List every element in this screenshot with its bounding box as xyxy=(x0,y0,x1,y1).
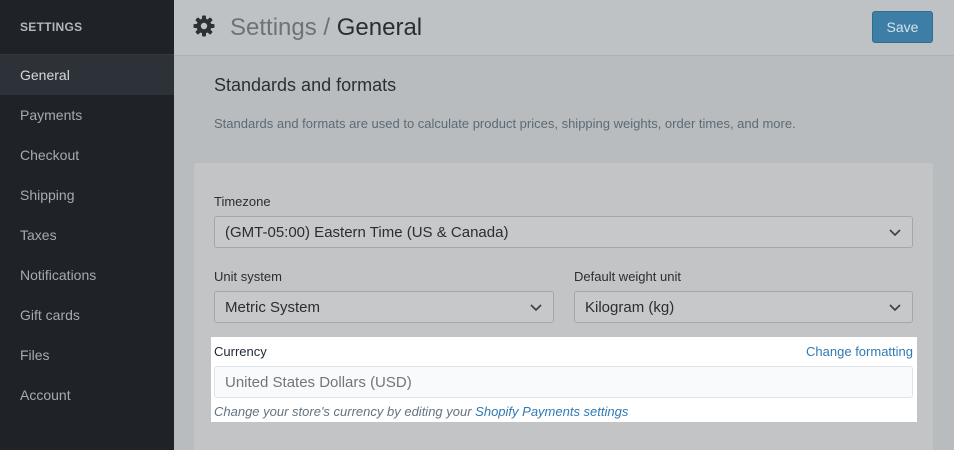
breadcrumb-parent[interactable]: Settings xyxy=(230,14,317,41)
unit-system-label: Unit system xyxy=(214,269,282,284)
sidebar-heading: SETTINGS xyxy=(0,0,174,55)
top-bar: Settings / General Save xyxy=(174,0,954,56)
timezone-value: (GMT-05:00) Eastern Time (US & Canada) xyxy=(225,224,509,241)
currency-help-prefix: Change your store's currency by editing … xyxy=(214,404,476,419)
sidebar: SETTINGS General Payments Checkout Shipp… xyxy=(0,0,174,450)
shopify-payments-settings-link[interactable]: Shopify Payments settings xyxy=(475,404,628,419)
sidebar-item-payments[interactable]: Payments xyxy=(0,95,174,135)
chevron-down-icon xyxy=(889,304,901,312)
weight-unit-label: Default weight unit xyxy=(574,269,681,284)
page-title: General xyxy=(336,14,423,41)
sidebar-item-general[interactable]: General xyxy=(0,55,174,95)
sidebar-item-checkout[interactable]: Checkout xyxy=(0,135,174,175)
weight-unit-select[interactable]: Kilogram (kg) xyxy=(574,291,913,323)
sidebar-item-files[interactable]: Files xyxy=(0,335,174,375)
currency-help-text: Change your store's currency by editing … xyxy=(214,404,628,419)
currency-field[interactable] xyxy=(214,366,913,398)
change-formatting-link[interactable]: Change formatting xyxy=(806,344,913,359)
unit-system-select[interactable]: Metric System xyxy=(214,291,554,323)
chevron-down-icon xyxy=(889,229,901,237)
timezone-label: Timezone xyxy=(214,194,271,209)
unit-system-value: Metric System xyxy=(225,299,321,316)
currency-label: Currency xyxy=(214,344,267,359)
sidebar-item-notifications[interactable]: Notifications xyxy=(0,255,174,295)
section-description: Standards and formats are used to calcul… xyxy=(214,116,796,131)
sidebar-item-taxes[interactable]: Taxes xyxy=(0,215,174,255)
chevron-down-icon xyxy=(530,304,542,312)
sidebar-item-gift-cards[interactable]: Gift cards xyxy=(0,295,174,335)
sidebar-item-shipping[interactable]: Shipping xyxy=(0,175,174,215)
section-title: Standards and formats xyxy=(214,75,397,95)
breadcrumb-separator: / xyxy=(316,14,337,41)
weight-unit-value: Kilogram (kg) xyxy=(585,299,675,316)
gear-icon xyxy=(193,15,215,37)
save-button[interactable]: Save xyxy=(872,11,933,43)
timezone-select[interactable]: (GMT-05:00) Eastern Time (US & Canada) xyxy=(214,216,913,248)
breadcrumb: Settings / General xyxy=(230,14,422,42)
sidebar-item-account[interactable]: Account xyxy=(0,375,174,415)
